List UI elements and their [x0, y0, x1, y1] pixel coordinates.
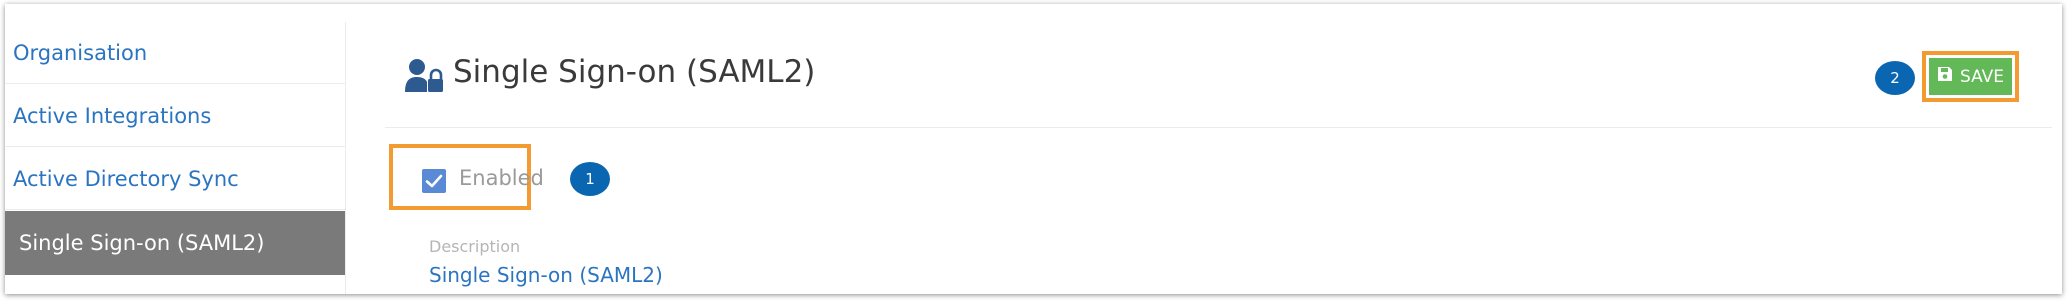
save-button-label: SAVE — [1959, 66, 2005, 87]
save-button[interactable]: SAVE — [1929, 58, 2012, 95]
checkmark-icon — [425, 174, 443, 188]
user-lock-icon — [405, 58, 443, 98]
sidebar-item-label: Active Integrations — [13, 103, 212, 128]
settings-panel: Organisation Active Integrations Active … — [5, 4, 2062, 294]
sidebar-item-label: Single Sign-on (SAML2) — [19, 231, 265, 255]
header-divider — [385, 127, 2052, 128]
enabled-checkbox[interactable] — [422, 169, 446, 193]
sidebar-item-organisation[interactable]: Organisation — [5, 22, 345, 84]
sidebar-item-active-integrations[interactable]: Active Integrations — [5, 85, 345, 147]
enabled-checkbox-highlight: Enabled — [389, 144, 544, 210]
description-value: Single Sign-on (SAML2) — [429, 263, 663, 287]
page-title: Single Sign-on (SAML2) — [453, 54, 816, 90]
annotation-marker-2: 2 — [1875, 61, 1915, 95]
description-label: Description — [429, 237, 521, 256]
enabled-label: Enabled — [459, 166, 544, 190]
save-button-highlight: SAVE — [1922, 51, 2019, 102]
sidebar-item-label: Active Directory Sync — [13, 166, 239, 191]
sidebar-item-single-sign-on[interactable]: Single Sign-on (SAML2) — [5, 211, 345, 275]
annotation-marker-1: 1 — [570, 162, 610, 196]
floppy-disk-icon — [1937, 66, 1953, 87]
sidebar-item-label: Organisation — [13, 40, 148, 65]
sidebar-item-active-directory-sync[interactable]: Active Directory Sync — [5, 148, 345, 210]
sidebar: Organisation Active Integrations Active … — [5, 22, 346, 294]
